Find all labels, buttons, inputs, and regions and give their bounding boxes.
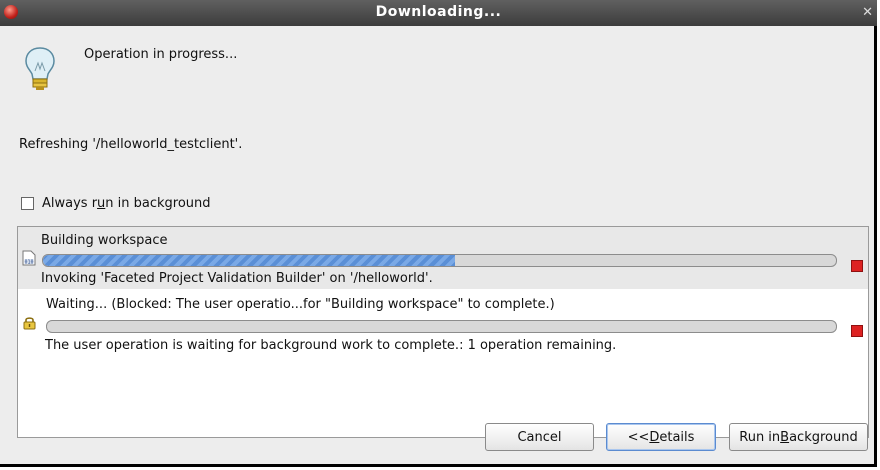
dialog-window: Downloading... ✕ Operation in progress..… xyxy=(0,0,877,467)
jobs-list[interactable]: Building workspace 010 Invoking 'Faceted… xyxy=(17,226,869,438)
stop-job-button[interactable] xyxy=(851,325,863,337)
dialog-content: Operation in progress... Refreshing '/he… xyxy=(0,26,874,464)
checkbox-box[interactable] xyxy=(21,197,34,210)
title-bar: Downloading... ✕ xyxy=(0,0,877,26)
window-title: Downloading... xyxy=(375,4,502,20)
details-button[interactable]: << Details xyxy=(606,423,716,451)
job-detail: Invoking 'Faceted Project Validation Bui… xyxy=(41,271,433,286)
stop-job-button[interactable] xyxy=(851,260,863,272)
job-name: Building workspace xyxy=(41,233,168,248)
job-item[interactable]: Building workspace 010 Invoking 'Faceted… xyxy=(18,227,868,289)
cancel-button[interactable]: Cancel xyxy=(485,423,594,451)
always-run-in-background-checkbox[interactable]: Always run in background xyxy=(21,196,211,211)
task-name: Refreshing '/helloworld_testclient'. xyxy=(19,137,243,152)
lock-icon xyxy=(23,317,36,330)
lightbulb-icon xyxy=(25,47,55,90)
job-item[interactable]: Waiting... (Blocked: The user operatio..… xyxy=(18,291,868,361)
svg-text:010: 010 xyxy=(25,260,34,266)
job-progress-bar xyxy=(46,320,837,333)
job-progress-bar xyxy=(42,254,837,267)
job-detail: The user operation is waiting for backgr… xyxy=(45,338,617,353)
operation-message: Operation in progress... xyxy=(84,47,238,62)
binary-file-icon: 010 xyxy=(22,250,36,266)
checkbox-label: Always run in background xyxy=(42,196,211,211)
job-progress-fill xyxy=(43,255,456,266)
job-name: Waiting... (Blocked: The user operatio..… xyxy=(46,297,555,312)
run-in-background-button[interactable]: Run in Background xyxy=(729,423,868,451)
close-icon[interactable]: ✕ xyxy=(862,5,873,20)
